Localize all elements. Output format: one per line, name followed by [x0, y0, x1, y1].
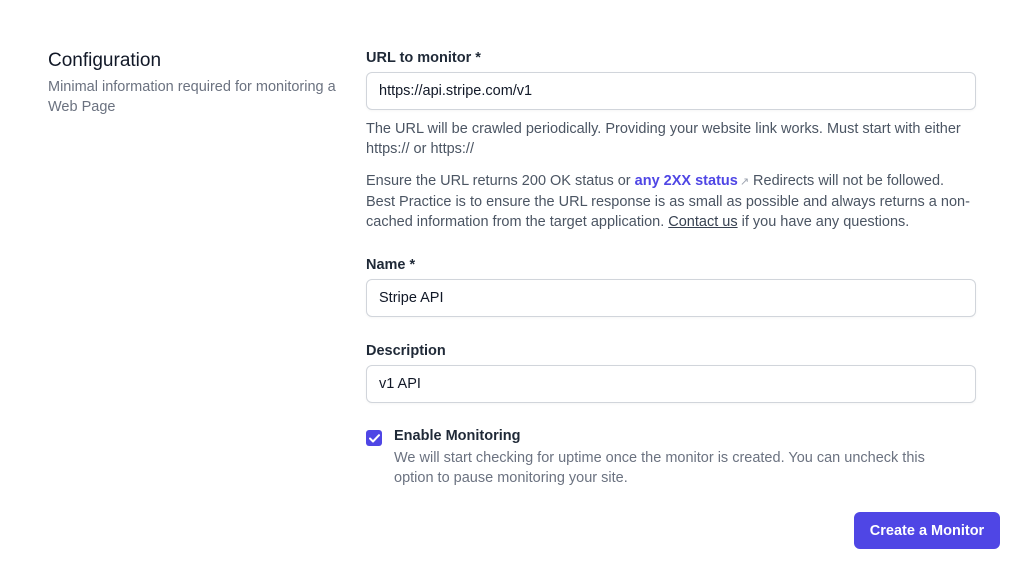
monitor-config-page: Configuration Minimal information requir…: [0, 0, 1024, 573]
enable-monitoring-help: We will start checking for uptime once t…: [394, 450, 925, 486]
checkmark-icon: [368, 433, 380, 442]
url-label: URL to monitor *: [366, 50, 481, 66]
section-title: Configuration: [48, 50, 162, 71]
description-input[interactable]: [366, 365, 976, 403]
url-input[interactable]: [366, 72, 976, 110]
external-link-icon: ↗: [739, 176, 750, 188]
description-label: Description: [366, 343, 446, 359]
contact-us-link[interactable]: Contact us: [668, 214, 737, 230]
name-label: Name *: [366, 257, 416, 273]
enable-monitoring-checkbox[interactable]: [366, 430, 382, 446]
url-note-end: if you have any questions.: [741, 214, 910, 230]
any-2xx-status-link[interactable]: any 2XX status: [635, 173, 738, 189]
name-input[interactable]: [366, 279, 976, 317]
url-note-before: Ensure the URL returns 200 OK status or: [366, 173, 631, 189]
url-note: Ensure the URL returns 200 OK status or …: [366, 171, 976, 232]
url-help-text: The URL will be crawled periodically. Pr…: [366, 121, 961, 157]
enable-monitoring-label[interactable]: Enable Monitoring: [394, 428, 520, 444]
section-description: Minimal information required for monitor…: [48, 79, 336, 115]
create-monitor-button[interactable]: Create a Monitor: [854, 512, 1000, 549]
